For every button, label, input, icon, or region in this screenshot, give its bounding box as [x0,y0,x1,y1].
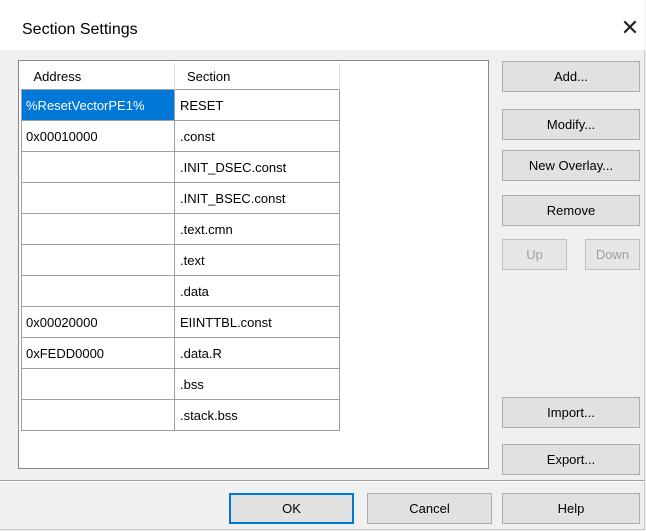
section-cell[interactable]: .bss [174,368,340,400]
ok-button[interactable]: OK [229,493,354,524]
section-table: Address Section %ResetVectorPE1% RESET 0x0… [21,63,340,431]
section-cell[interactable]: .INIT_DSEC.const [174,151,340,183]
title-bar: Section Settings ✕ [0,0,645,50]
section-cell[interactable]: .text.cmn [174,213,340,245]
table-row[interactable]: .text [21,244,340,276]
table-row[interactable]: 0xFEDD0000 .data.R [21,337,340,369]
footer-divider [0,480,645,482]
section-cell[interactable]: RESET [174,89,340,121]
section-cell[interactable]: .const [174,120,340,152]
table-row[interactable]: .text.cmn [21,213,340,245]
table-header-row: Address Section [21,63,340,90]
section-cell[interactable]: .data.R [174,337,340,369]
address-cell[interactable]: %ResetVectorPE1% [21,89,175,121]
address-cell[interactable] [21,399,175,431]
table-row[interactable]: .INIT_DSEC.const [21,151,340,183]
column-header-section[interactable]: Section [174,63,340,90]
section-cell[interactable]: EIINTTBL.const [174,306,340,338]
address-cell[interactable]: 0xFEDD0000 [21,337,175,369]
down-button[interactable]: Down [585,239,640,270]
address-cell[interactable]: 0x00010000 [21,120,175,152]
address-cell[interactable] [21,244,175,276]
table-row[interactable]: 0x00010000 .const [21,120,340,152]
section-settings-dialog: Section Settings ✕ Address Section %Rese… [0,0,645,530]
up-button[interactable]: Up [502,239,567,270]
section-cell[interactable]: .data [174,275,340,307]
close-icon[interactable]: ✕ [618,15,642,41]
remove-button[interactable]: Remove [502,195,640,226]
section-list[interactable]: Address Section %ResetVectorPE1% RESET 0x0… [18,60,489,469]
address-cell[interactable]: 0x00020000 [21,306,175,338]
section-cell[interactable]: .text [174,244,340,276]
address-cell[interactable] [21,151,175,183]
column-header-address[interactable]: Address [21,63,175,90]
export-button[interactable]: Export... [502,444,640,475]
new-overlay-button[interactable]: New Overlay... [502,150,640,181]
table-row[interactable]: %ResetVectorPE1% RESET [21,89,340,121]
section-cell[interactable]: .INIT_BSEC.const [174,182,340,214]
import-button[interactable]: Import... [502,397,640,428]
table-row[interactable]: .INIT_BSEC.const [21,182,340,214]
cancel-button[interactable]: Cancel [367,493,492,524]
section-cell[interactable]: .stack.bss [174,399,340,431]
table-row[interactable]: .data [21,275,340,307]
dialog-title: Section Settings [22,21,138,38]
table-row[interactable]: .stack.bss [21,399,340,431]
address-cell[interactable] [21,275,175,307]
modify-button[interactable]: Modify... [502,109,640,140]
help-button[interactable]: Help [502,493,640,524]
table-row[interactable]: 0x00020000 EIINTTBL.const [21,306,340,338]
table-row[interactable]: .bss [21,368,340,400]
address-cell[interactable] [21,368,175,400]
address-cell[interactable] [21,182,175,214]
address-cell[interactable] [21,213,175,245]
add-button[interactable]: Add... [502,61,640,92]
